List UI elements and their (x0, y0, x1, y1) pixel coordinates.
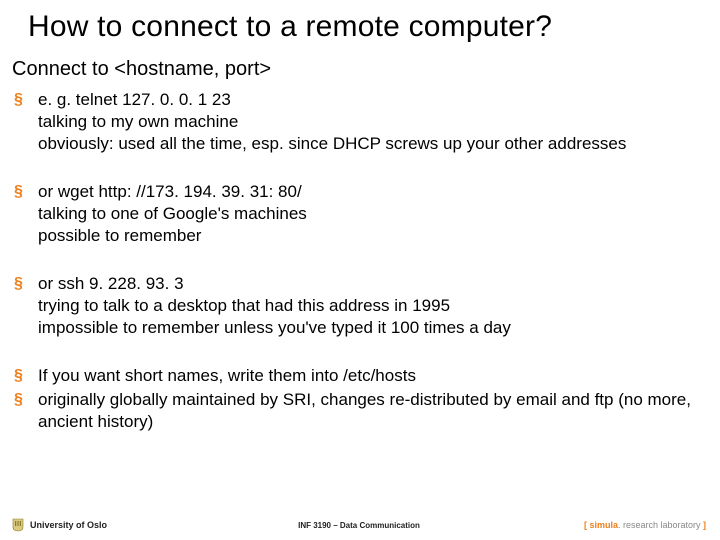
bullet-text: e. g. telnet 127. 0. 0. 1 23talking to m… (38, 89, 700, 155)
bullet-line: impossible to remember unless you've typ… (38, 317, 700, 339)
bullet-line: originally globally maintained by SRI, c… (38, 389, 700, 433)
bullet-marker-icon: § (12, 365, 38, 387)
bullet-line: obviously: used all the time, esp. since… (38, 133, 700, 155)
bullet-line: possible to remember (38, 225, 700, 247)
bullet-item: §or ssh 9. 228. 93. 3trying to talk to a… (12, 273, 700, 339)
university-crest-icon (12, 518, 24, 532)
footer-left: University of Oslo (0, 518, 212, 532)
slide: How to connect to a remote computer? Con… (0, 0, 720, 540)
bullet-marker-icon: § (12, 181, 38, 203)
bullet-line: e. g. telnet 127. 0. 0. 1 23 (38, 89, 700, 111)
bullet-marker-icon: § (12, 389, 38, 411)
footer-course: INF 3190 – Data Communication (212, 521, 506, 530)
bullet-text: or ssh 9. 228. 93. 3trying to talk to a … (38, 273, 700, 339)
bullet-item: §originally globally maintained by SRI, … (12, 389, 700, 433)
bullet-marker-icon: § (12, 89, 38, 111)
bullet-line: talking to one of Google's machines (38, 203, 700, 225)
bullet-marker-icon: § (12, 273, 38, 295)
bullet-line: talking to my own machine (38, 111, 700, 133)
slide-title: How to connect to a remote computer? (0, 0, 720, 44)
bullet-item: §If you want short names, write them int… (12, 365, 700, 387)
bullet-line: or ssh 9. 228. 93. 3 (38, 273, 700, 295)
bullet-line: or wget http: //173. 194. 39. 31: 80/ (38, 181, 700, 203)
slide-content: §e. g. telnet 127. 0. 0. 1 23talking to … (0, 81, 720, 433)
footer-university: University of Oslo (30, 520, 107, 530)
bullet-text: or wget http: //173. 194. 39. 31: 80/tal… (38, 181, 700, 247)
bullet-line: trying to talk to a desktop that had thi… (38, 295, 700, 317)
bullet-item: §e. g. telnet 127. 0. 0. 1 23talking to … (12, 89, 700, 155)
slide-subtitle: Connect to <hostname, port> (0, 44, 720, 81)
bullet-text: originally globally maintained by SRI, c… (38, 389, 700, 433)
footer: University of Oslo INF 3190 – Data Commu… (0, 514, 720, 536)
footer-lab: [ simula. research laboratory ] (506, 520, 720, 530)
bullet-item: §or wget http: //173. 194. 39. 31: 80/ta… (12, 181, 700, 247)
bullet-line: If you want short names, write them into… (38, 365, 700, 387)
bullet-text: If you want short names, write them into… (38, 365, 700, 387)
